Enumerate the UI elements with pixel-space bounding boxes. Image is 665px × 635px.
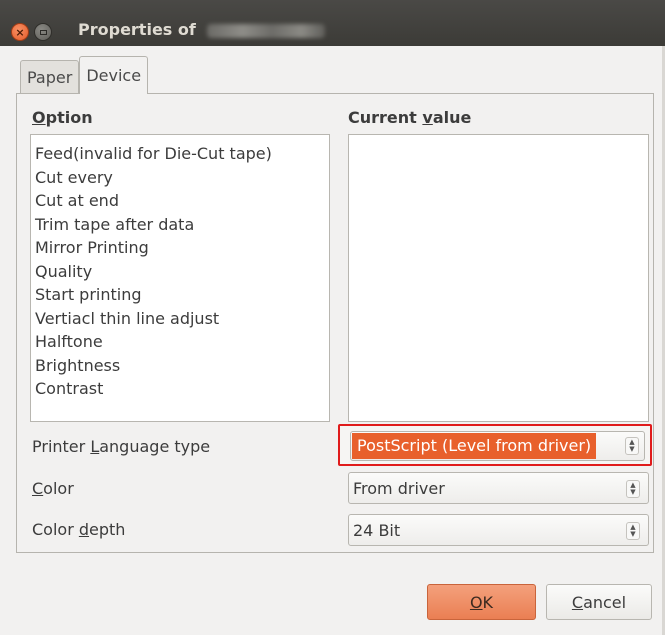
option-column-header: Option: [32, 108, 93, 127]
ok-button[interactable]: OK: [427, 584, 536, 620]
color-depth-label: Color depth: [32, 520, 126, 539]
list-item[interactable]: Quality: [35, 260, 325, 284]
tab-device[interactable]: Device: [79, 56, 149, 94]
color-label: Color: [32, 479, 74, 498]
printer-language-value: PostScript (Level from driver): [352, 433, 597, 459]
color-depth-value: 24 Bit: [353, 521, 401, 540]
list-item[interactable]: Halftone: [35, 330, 325, 354]
option-list[interactable]: Feed(invalid for Die-Cut tape) Cut every…: [30, 134, 330, 422]
color-depth-combo[interactable]: 24 Bit ▲ ▼: [348, 514, 649, 546]
cancel-button[interactable]: Cancel: [546, 584, 652, 620]
list-item[interactable]: Mirror Printing: [35, 236, 325, 260]
list-item[interactable]: Start printing: [35, 283, 325, 307]
tab-bar: Paper Device: [20, 56, 149, 94]
redacted-printer-name: [207, 24, 325, 38]
printer-language-callout: PostScript (Level from driver) ▲ ▼: [338, 424, 652, 466]
list-item[interactable]: Vertiacl thin line adjust: [35, 307, 325, 331]
spinner-icon[interactable]: ▲ ▼: [625, 437, 639, 455]
list-item[interactable]: Cut at end: [35, 189, 325, 213]
printer-language-label: Printer Language type: [32, 437, 211, 456]
list-item[interactable]: Brightness: [35, 354, 325, 378]
color-combo[interactable]: From driver ▲ ▼: [348, 472, 649, 504]
window-title: Properties of: [78, 20, 196, 39]
list-item[interactable]: Cut every: [35, 166, 325, 190]
list-item[interactable]: Feed(invalid for Die-Cut tape): [35, 142, 325, 166]
spinner-icon[interactable]: ▲ ▼: [626, 522, 640, 540]
spinner-icon[interactable]: ▲ ▼: [626, 480, 640, 498]
current-value-column-header: Current value: [348, 108, 472, 127]
list-item[interactable]: Trim tape after data: [35, 213, 325, 237]
minimize-icon[interactable]: [34, 23, 52, 41]
list-item[interactable]: Contrast: [35, 377, 325, 401]
title-bar: × Properties of: [0, 0, 665, 46]
printer-language-combo[interactable]: PostScript (Level from driver) ▲ ▼: [350, 431, 645, 461]
color-value: From driver: [353, 479, 445, 498]
current-value-panel[interactable]: [348, 134, 649, 422]
tab-paper[interactable]: Paper: [20, 60, 80, 94]
close-icon[interactable]: ×: [11, 23, 29, 41]
